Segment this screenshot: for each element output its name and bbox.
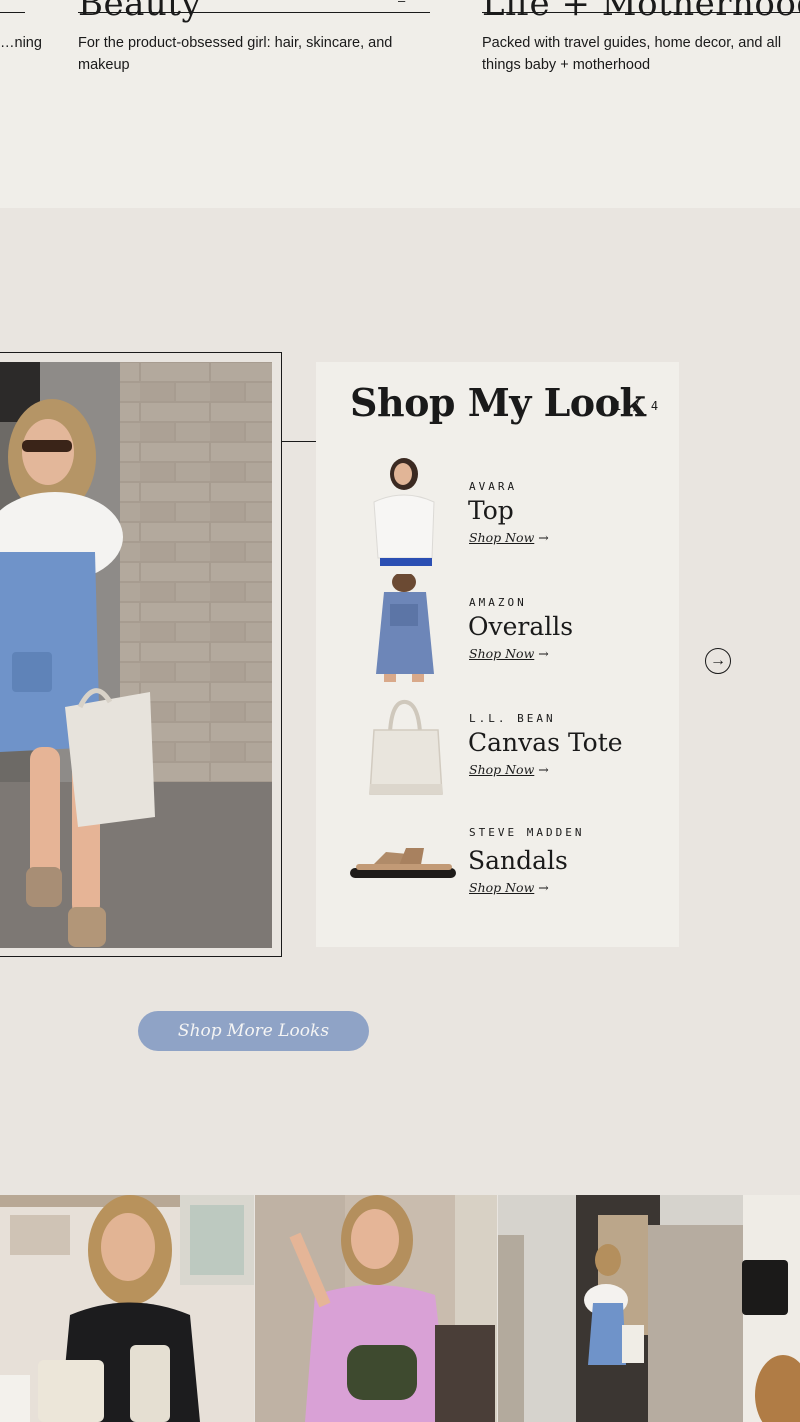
sandals-thumbnail[interactable] xyxy=(346,808,461,916)
shop-now-label: Shop Now xyxy=(469,646,535,661)
category-description-left: …ning xyxy=(0,35,42,51)
product-item: L.L. BEAN Canvas Tote Shop Now → xyxy=(316,692,679,802)
arrow-right-icon: → xyxy=(538,762,549,777)
arrow-right-icon: → xyxy=(538,530,549,545)
product-item: AVARA Top Shop Now → xyxy=(316,458,679,568)
product-name: Overalls xyxy=(468,612,574,641)
product-name: Top xyxy=(468,496,514,525)
slide-counter: 1 / 4 xyxy=(614,399,661,413)
product-brand: AVARA xyxy=(469,480,518,493)
outfit-photo-image xyxy=(0,362,272,948)
outfit-photo xyxy=(0,362,272,948)
gallery-photo-pink-dress[interactable] xyxy=(255,1195,497,1422)
product-brand: AMAZON xyxy=(469,596,527,609)
shop-more-looks-button[interactable]: Shop More Looks xyxy=(138,1011,369,1051)
category-rule-beauty xyxy=(78,12,430,13)
blouse-thumbnail[interactable] xyxy=(356,458,456,566)
shop-now-label: Shop Now xyxy=(469,530,535,545)
gallery-photo-kitchen[interactable] xyxy=(0,1195,254,1422)
panel-title: Shop My Look xyxy=(350,380,646,425)
shop-now-link[interactable]: Shop Now → xyxy=(469,880,549,895)
shop-now-label: Shop Now xyxy=(469,762,535,777)
category-description-life: Packed with travel guides, home decor, a… xyxy=(482,35,782,73)
shop-now-link[interactable]: Shop Now → xyxy=(469,762,549,777)
category-rule-life xyxy=(482,12,800,13)
category-rule-left xyxy=(0,12,25,13)
shop-my-look-panel: Shop My Look 1 / 4 AVARA Top Shop Now→ xyxy=(316,362,679,947)
overalls-thumbnail[interactable] xyxy=(356,572,456,682)
product-brand: L.L. BEAN xyxy=(469,712,556,725)
shop-now-link[interactable]: Shop Now → xyxy=(469,646,549,661)
arrow-right-circle-icon: → xyxy=(710,652,726,669)
category-count-beauty: — xyxy=(398,0,408,8)
product-item: STEVE MADDEN Sandals Shop Now → xyxy=(316,808,679,918)
gallery-photo-overalls[interactable] xyxy=(498,1195,800,1422)
product-name: Canvas Tote xyxy=(468,728,623,757)
product-brand: STEVE MADDEN xyxy=(469,826,585,839)
arrow-right-icon: → xyxy=(538,880,549,895)
next-slide-button[interactable]: → xyxy=(705,648,731,674)
arrow-right-icon: → xyxy=(538,646,549,661)
category-strip: …ning Beauty — For the product-obsessed … xyxy=(0,0,800,208)
shop-now-link[interactable]: Shop Now → xyxy=(469,530,549,545)
product-item: AMAZON Overalls Shop Now → xyxy=(316,572,679,684)
shop-now-label: Shop Now xyxy=(469,880,535,895)
product-name: Sandals xyxy=(468,846,568,875)
category-description-beauty: For the product-obsessed girl: hair, ski… xyxy=(78,35,393,73)
instagram-gallery xyxy=(0,1195,800,1422)
tote-thumbnail[interactable] xyxy=(356,692,456,800)
